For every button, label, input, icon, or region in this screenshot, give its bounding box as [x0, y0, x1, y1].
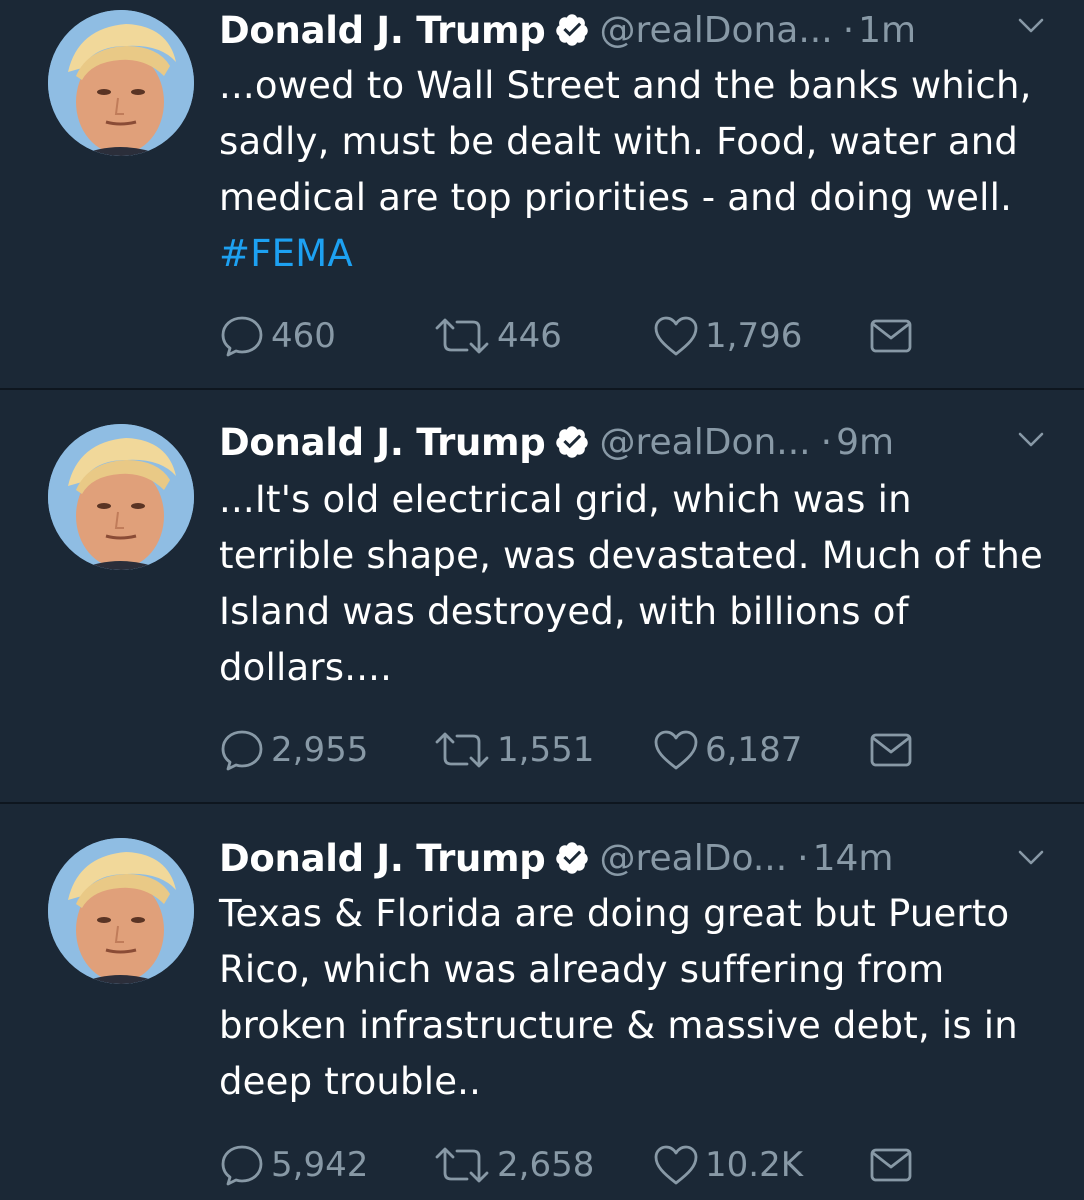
tweet-body: ...owed to Wall Street and the banks whi…: [219, 64, 1032, 219]
retweet-icon: [435, 1147, 489, 1183]
tweet-body: Texas & Florida are doing great but Puer…: [219, 892, 1018, 1103]
hashtag-link[interactable]: #FEMA: [219, 232, 353, 275]
retweet-icon: [435, 732, 489, 768]
verified-badge-icon: [555, 14, 588, 46]
direct-message-button[interactable]: [869, 725, 913, 775]
separator-dot: ·: [842, 9, 855, 51]
tweet[interactable]: Donald J. Trump @realDon... · 9m ...It's…: [0, 390, 1084, 802]
reply-icon: [221, 316, 263, 357]
reply-button[interactable]: 460: [219, 311, 336, 361]
tweet-text: Texas & Florida are doing great but Puer…: [219, 886, 1059, 1110]
envelope-icon: [870, 733, 912, 767]
handle[interactable]: @realDo...: [600, 838, 788, 879]
retweet-button[interactable]: 446: [433, 311, 562, 361]
heart-icon: [654, 730, 698, 770]
like-button[interactable]: 6,187: [653, 725, 802, 775]
retweet-button[interactable]: 1,551: [433, 725, 594, 775]
tweet-header: Donald J. Trump @realDo... · 14m: [219, 834, 1059, 882]
tweet-actions: 460 446 1,796: [219, 311, 939, 361]
tweet-actions: 2,955 1,551 6,187: [219, 725, 939, 775]
display-name[interactable]: Donald J. Trump: [219, 421, 546, 464]
direct-message-button[interactable]: [869, 1140, 913, 1190]
tweet-body: ...It's old electrical grid, which was i…: [219, 478, 1043, 689]
verified-badge-icon: [555, 426, 588, 458]
retweet-count: 446: [497, 316, 562, 356]
reply-button[interactable]: 2,955: [219, 725, 368, 775]
reply-count: 460: [271, 316, 336, 356]
like-count: 6,187: [705, 730, 803, 770]
separator-dot: ·: [797, 837, 809, 879]
like-button[interactable]: 1,796: [653, 311, 802, 361]
handle[interactable]: @realDona...: [600, 10, 833, 51]
handle[interactable]: @realDon...: [600, 422, 811, 463]
envelope-icon: [870, 319, 912, 353]
tweet[interactable]: Donald J. Trump @realDo... · 14m Texas &…: [0, 804, 1084, 1200]
retweet-count: 2,658: [497, 1145, 595, 1185]
retweet-icon: [435, 318, 489, 354]
like-count: 10.2K: [705, 1145, 803, 1185]
reply-button[interactable]: 5,942: [219, 1140, 368, 1190]
chevron-down-icon[interactable]: [1018, 18, 1044, 34]
retweet-count: 1,551: [497, 730, 595, 770]
heart-icon: [654, 1145, 698, 1185]
display-name[interactable]: Donald J. Trump: [219, 9, 546, 52]
tweet-header: Donald J. Trump @realDona... · 1m: [219, 6, 1059, 54]
timestamp[interactable]: 9m: [836, 422, 894, 463]
reply-count: 5,942: [271, 1145, 369, 1185]
verified-badge-icon: [555, 842, 588, 874]
separator-dot: ·: [820, 421, 833, 463]
retweet-button[interactable]: 2,658: [433, 1140, 594, 1190]
reply-count: 2,955: [271, 730, 369, 770]
tweet-text: ...It's old electrical grid, which was i…: [219, 472, 1059, 696]
like-count: 1,796: [705, 316, 803, 356]
like-button[interactable]: 10.2K: [653, 1140, 803, 1190]
heart-icon: [654, 316, 698, 356]
timestamp[interactable]: 1m: [858, 10, 916, 51]
timestamp[interactable]: 14m: [813, 838, 894, 879]
chevron-down-icon[interactable]: [1018, 850, 1044, 866]
reply-icon: [221, 730, 263, 771]
tweet-header: Donald J. Trump @realDon... · 9m: [219, 418, 1059, 466]
envelope-icon: [870, 1148, 912, 1182]
tweet[interactable]: Donald J. Trump @realDona... · 1m ...owe…: [0, 0, 1084, 388]
direct-message-button[interactable]: [869, 311, 913, 361]
chevron-down-icon[interactable]: [1018, 432, 1044, 448]
tweet-text: ...owed to Wall Street and the banks whi…: [219, 58, 1059, 282]
avatar[interactable]: [48, 838, 194, 984]
reply-icon: [221, 1145, 263, 1186]
avatar[interactable]: [48, 10, 194, 156]
tweet-actions: 5,942 2,658 10.2K: [219, 1140, 939, 1190]
avatar[interactable]: [48, 424, 194, 570]
display-name[interactable]: Donald J. Trump: [219, 837, 546, 880]
